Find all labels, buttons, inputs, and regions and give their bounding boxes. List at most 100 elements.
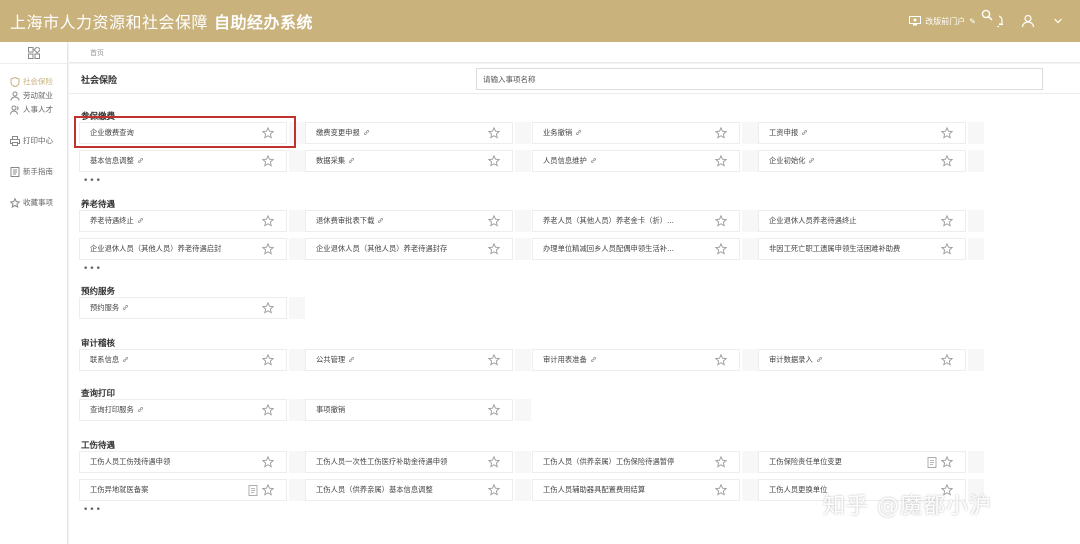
sidebar-item-5[interactable]: 收藏事项 — [0, 197, 67, 208]
service-card[interactable]: 人员信息维护 — [532, 150, 740, 172]
sidebar-toggle[interactable] — [0, 42, 67, 64]
favorite-star-icon[interactable] — [261, 403, 275, 416]
favorite-star-icon[interactable] — [261, 126, 275, 139]
link-icon — [348, 356, 355, 365]
favorite-star-icon[interactable] — [714, 455, 728, 468]
service-card-label-wrap: 退休费审批表下载 — [306, 216, 488, 226]
search-box[interactable] — [476, 68, 1043, 90]
sidebar-item-3[interactable]: 打印中心 — [0, 135, 67, 146]
service-card[interactable]: 办理单位精减回乡人员配偶申领生活补... — [532, 238, 740, 260]
card-spacer — [289, 349, 305, 371]
favorite-star-icon[interactable] — [940, 242, 954, 255]
service-card[interactable]: 企业退休人员养老待遇终止 — [758, 210, 966, 232]
sidebar-item-2[interactable]: 人事人才 — [0, 104, 67, 115]
service-card-label-wrap: 审计用表准备 — [533, 355, 715, 365]
favorite-star-icon[interactable] — [487, 126, 501, 139]
link-icon — [808, 157, 815, 166]
favorite-star-icon[interactable] — [487, 455, 501, 468]
favorite-star-icon[interactable] — [714, 353, 728, 366]
sidebar-item-0[interactable]: 社会保险 — [0, 76, 67, 87]
service-card[interactable]: 工伤人员辅助器具配置费用结算 — [532, 479, 740, 501]
document-icon[interactable] — [248, 484, 258, 496]
card-spacer — [742, 479, 758, 501]
service-card[interactable]: 公共管理 — [305, 349, 513, 371]
service-card[interactable]: 养老待遇终止 — [79, 210, 287, 232]
favorite-star-icon[interactable] — [487, 483, 501, 496]
service-card[interactable]: 工资申报 — [758, 122, 966, 144]
favorite-star-icon[interactable] — [261, 154, 275, 167]
service-card[interactable]: 数据采集 — [305, 150, 513, 172]
service-card[interactable]: 预约服务 — [79, 297, 287, 319]
favorite-star-icon[interactable] — [261, 353, 275, 366]
card-spacer — [968, 238, 984, 260]
service-card[interactable]: 基本信息调整 — [79, 150, 287, 172]
service-card[interactable]: 养老人员（其他人员）养老金卡（折）... — [532, 210, 740, 232]
card-spacer — [289, 150, 305, 172]
favorite-star-icon[interactable] — [261, 301, 275, 314]
search-input[interactable] — [477, 69, 1042, 89]
service-card[interactable]: 工伤人员工伤残待遇申领 — [79, 451, 287, 473]
service-card[interactable]: 缴费变更申报 — [305, 122, 513, 144]
service-card[interactable]: 审计用表准备 — [532, 349, 740, 371]
service-card-label: 缴费变更申报 — [316, 128, 360, 137]
service-card[interactable]: 企业初始化 — [758, 150, 966, 172]
link-icon — [137, 406, 144, 415]
service-card[interactable]: 企业退休人员（其他人员）养老待遇启封 — [79, 238, 287, 260]
more-button[interactable]: ••• — [83, 505, 102, 515]
service-card[interactable]: 非因工死亡职工遗属申领生活困难补助费 — [758, 238, 966, 260]
old-portal-link[interactable]: 改版前门户 ✎ — [909, 16, 976, 27]
favorite-star-icon[interactable] — [940, 154, 954, 167]
more-button[interactable]: ••• — [83, 264, 102, 274]
service-card[interactable]: 工伤人员（供养亲属）基本信息调整 — [305, 479, 513, 501]
service-card[interactable]: 退休费审批表下载 — [305, 210, 513, 232]
favorite-star-icon[interactable] — [940, 214, 954, 227]
service-card[interactable]: 审计数据录入 — [758, 349, 966, 371]
link-icon — [137, 217, 144, 226]
favorite-star-icon[interactable] — [714, 214, 728, 227]
service-card-label-wrap: 养老待遇终止 — [80, 216, 262, 226]
favorite-star-icon[interactable] — [714, 242, 728, 255]
search-button[interactable] — [975, 4, 999, 26]
user-avatar-icon[interactable] — [1020, 13, 1036, 29]
favorite-star-icon[interactable] — [940, 126, 954, 139]
more-button[interactable]: ••• — [83, 176, 102, 186]
search-icon — [981, 9, 993, 21]
favorite-star-icon[interactable] — [261, 483, 275, 496]
service-card[interactable]: 联系信息 — [79, 349, 287, 371]
service-card-label-wrap: 养老人员（其他人员）养老金卡（折）... — [533, 216, 715, 226]
sidebar-item-4[interactable]: 新手指南 — [0, 166, 67, 177]
service-card[interactable]: 工伤异地就医备案 — [79, 479, 287, 501]
service-card-label-wrap: 工伤人员（供养亲属）基本信息调整 — [306, 485, 488, 495]
service-card[interactable]: 业务撤销 — [532, 122, 740, 144]
service-card[interactable]: 工伤人员（供养亲属）工伤保险待遇暂停 — [532, 451, 740, 473]
favorite-star-icon[interactable] — [940, 353, 954, 366]
service-card-label-wrap: 预约服务 — [80, 303, 262, 313]
card-spacer — [515, 238, 531, 260]
favorite-star-icon[interactable] — [261, 214, 275, 227]
sidebar-item-1[interactable]: 劳动就业 — [0, 90, 67, 101]
service-card[interactable]: 企业缴费查询 — [79, 122, 287, 144]
service-card[interactable]: 工伤人员一次性工伤医疗补助金待遇申领 — [305, 451, 513, 473]
favorite-star-icon[interactable] — [940, 455, 954, 468]
service-card-label-wrap: 企业退休人员（其他人员）养老待遇启封 — [80, 244, 262, 254]
service-card[interactable]: 事项撤销 — [305, 399, 513, 421]
favorite-star-icon[interactable] — [261, 455, 275, 468]
document-icon[interactable] — [927, 456, 937, 468]
service-card[interactable]: 工伤保险责任单位变更 — [758, 451, 966, 473]
card-spacer — [742, 122, 758, 144]
breadcrumb-home[interactable]: 首页 — [90, 48, 104, 58]
favorite-star-icon[interactable] — [487, 154, 501, 167]
favorite-star-icon[interactable] — [487, 214, 501, 227]
favorite-star-icon[interactable] — [714, 126, 728, 139]
card-spacer — [289, 122, 305, 144]
chevron-down-icon[interactable] — [1050, 13, 1066, 29]
favorite-star-icon[interactable] — [487, 353, 501, 366]
favorite-star-icon[interactable] — [714, 483, 728, 496]
favorite-star-icon[interactable] — [487, 403, 501, 416]
favorite-star-icon[interactable] — [714, 154, 728, 167]
service-card[interactable]: 企业退休人员（其他人员）养老待遇封存 — [305, 238, 513, 260]
card-spacer — [515, 451, 531, 473]
favorite-star-icon[interactable] — [487, 242, 501, 255]
service-card[interactable]: 查询打印服务 — [79, 399, 287, 421]
favorite-star-icon[interactable] — [261, 242, 275, 255]
